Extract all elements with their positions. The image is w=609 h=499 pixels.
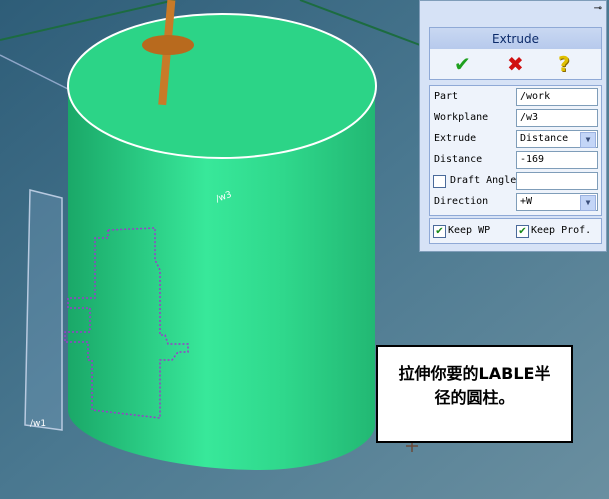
chevron-down-icon[interactable]: ▼ [580, 195, 596, 211]
cylinder-top-face [67, 13, 377, 159]
note-line-1: 拉伸你要的LABLE半 [398, 364, 551, 383]
keep-wp-checkbox[interactable]: ✔ [433, 225, 446, 238]
direction-row: Direction +W ▼ [430, 192, 601, 213]
workplane-w1 [24, 189, 63, 431]
annotation-note: 拉伸你要的LABLE半 径的圆柱。 [376, 345, 573, 443]
direction-select[interactable]: +W ▼ [516, 193, 598, 211]
extrude-select[interactable]: Distance ▼ [516, 130, 598, 148]
draft-angle-checkbox[interactable] [433, 175, 446, 188]
extrude-select-value: Distance [520, 133, 569, 144]
extrude-row: Extrude Distance ▼ [430, 129, 601, 150]
workplane-disc [142, 35, 194, 55]
part-field[interactable]: /work [516, 88, 598, 106]
note-line-2: 径的圆柱。 [434, 388, 515, 407]
question-icon[interactable]: ? [558, 52, 570, 76]
extrude-panel: ⊸ Extrude ✔ ✖ ? Part /work Workplane /w3… [419, 0, 607, 252]
workplane-label: Workplane [434, 112, 489, 123]
workplane-row: Workplane /w3 [430, 108, 601, 129]
workplane-label-w1: /w1 [30, 419, 46, 429]
part-row: Part /work [430, 87, 601, 108]
keep-prof-checkbox[interactable]: ✔ [516, 225, 529, 238]
chevron-down-icon[interactable]: ▼ [580, 132, 596, 148]
distance-row: Distance -169 [430, 150, 601, 171]
keep-options: ✔ Keep WP ✔ Keep Prof. [429, 218, 602, 244]
workplane-field[interactable]: /w3 [516, 109, 598, 127]
draft-angle-row: Draft Angle [430, 171, 601, 192]
draft-angle-field[interactable] [516, 172, 598, 190]
panel-title: Extrude [429, 27, 602, 51]
part-label: Part [434, 91, 459, 102]
direction-select-value: +W [520, 196, 533, 207]
keep-wp-label: Keep WP [448, 225, 491, 236]
direction-label: Direction [434, 196, 489, 207]
pin-icon[interactable]: ⊸ [594, 3, 602, 14]
x-icon[interactable]: ✖ [507, 52, 524, 76]
checkmark-icon[interactable]: ✔ [454, 52, 471, 76]
distance-field[interactable]: -169 [516, 151, 598, 169]
extrude-label: Extrude [434, 133, 477, 144]
keep-prof-label: Keep Prof. [531, 225, 592, 236]
draft-angle-label: Draft Angle [450, 175, 517, 186]
distance-label: Distance [434, 154, 483, 165]
extrude-form: Part /work Workplane /w3 Extrude Distanc… [429, 85, 602, 216]
panel-button-row: ✔ ✖ ? [429, 49, 602, 80]
